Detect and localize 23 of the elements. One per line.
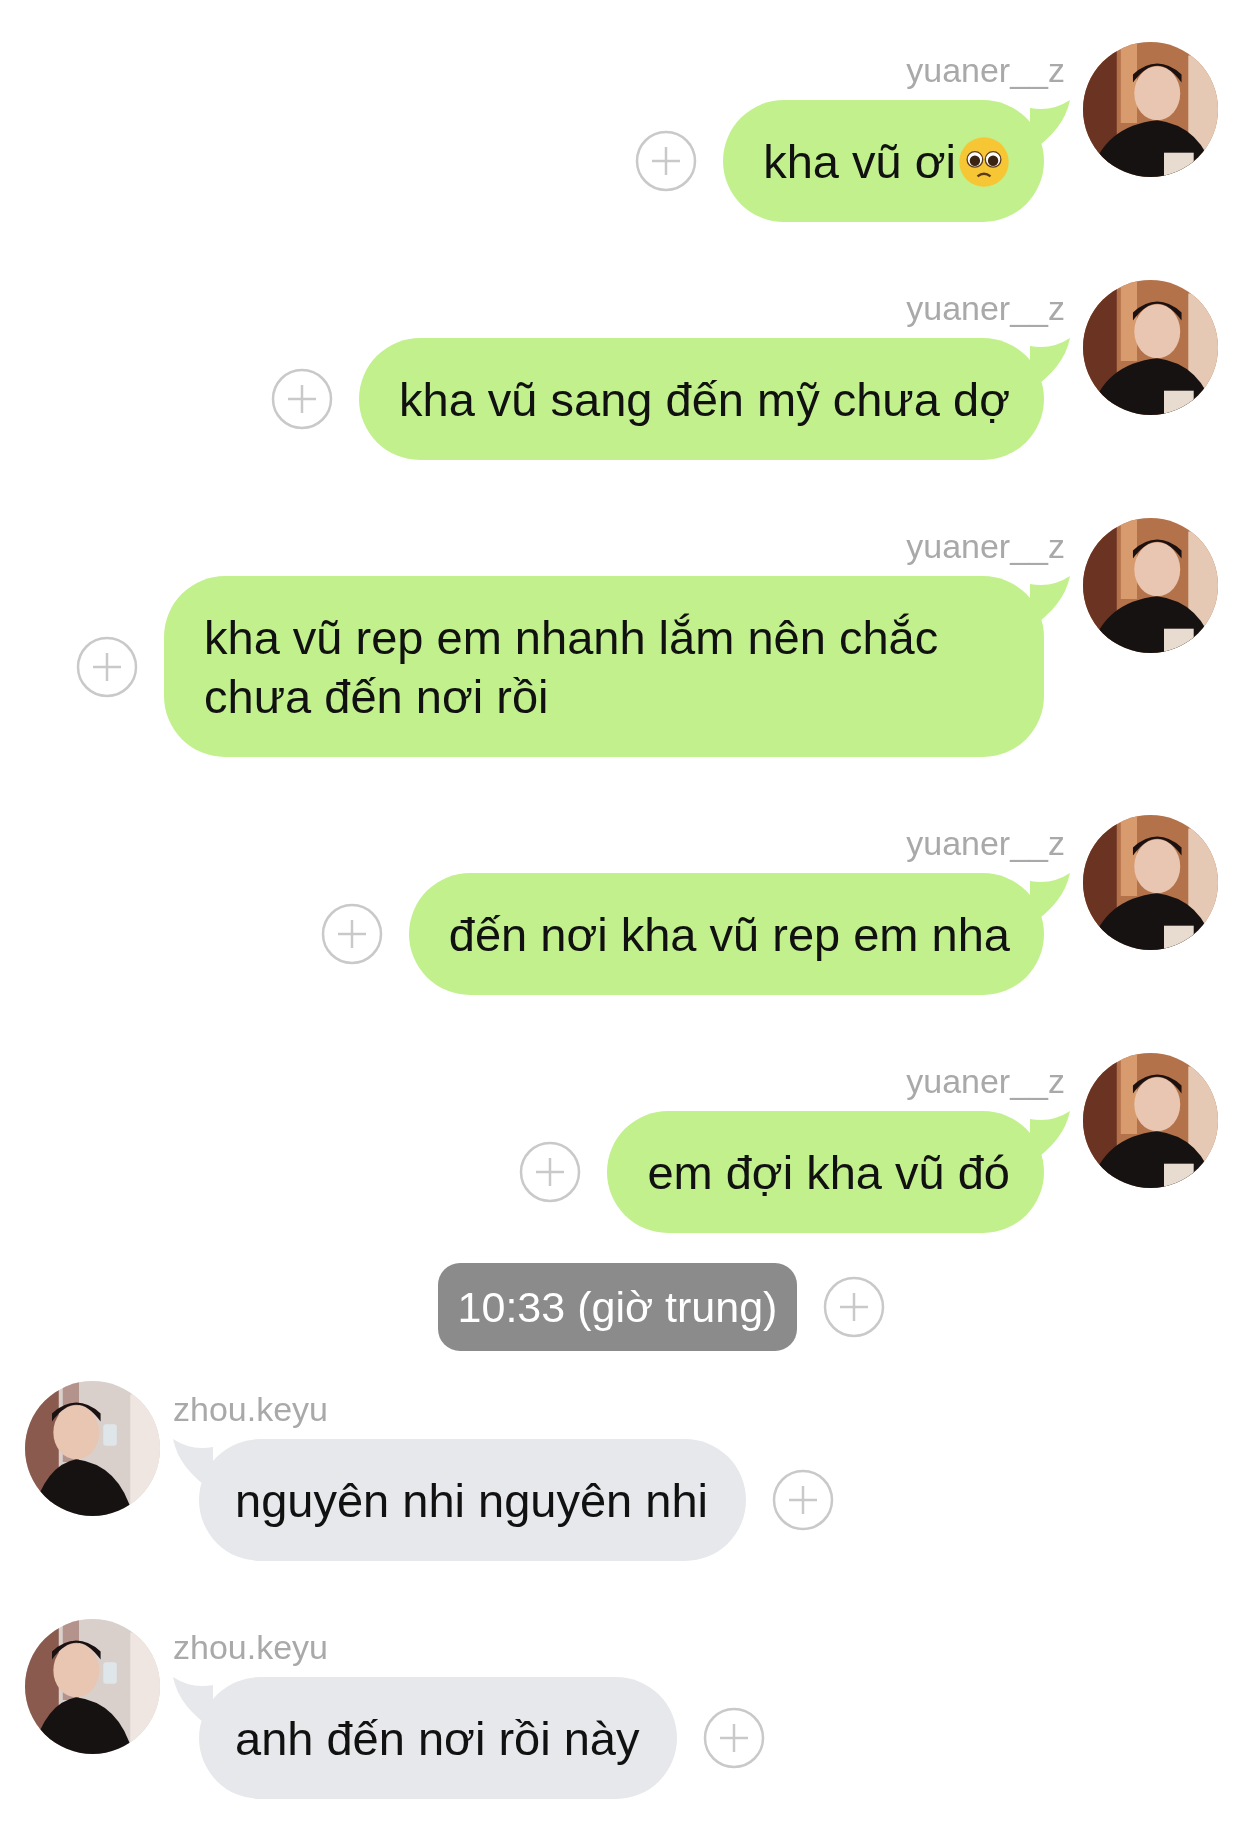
sender-name: yuaner__z xyxy=(906,288,1065,328)
add-reaction-button[interactable] xyxy=(76,635,138,698)
add-reaction-button[interactable] xyxy=(320,903,383,965)
time-label: 10:33 (giờ trung) xyxy=(437,1263,798,1351)
add-reaction-button[interactable] xyxy=(635,130,698,192)
sender-name: zhou.keyu xyxy=(173,1627,328,1667)
message-bubble: đến nơi kha vũ rep em nha xyxy=(408,873,1044,995)
sender-name: yuaner__z xyxy=(906,1061,1065,1101)
add-reaction-button[interactable] xyxy=(772,1469,834,1531)
message-bubble: anh đến nơi rồi này xyxy=(199,1677,678,1799)
message-bubble: kha vũ sang đến mỹ chưa dợ xyxy=(359,338,1044,460)
add-reaction-button[interactable] xyxy=(823,1276,886,1338)
message-bubble: kha vũ ơi xyxy=(723,100,1044,222)
sender-name: zhou.keyu xyxy=(173,1389,328,1429)
sender-name: yuaner__z xyxy=(906,50,1065,90)
add-reaction-button[interactable] xyxy=(519,1141,582,1203)
message-bubble: kha vũ rep em nhanh lắm nên chắc chưa đến nơi rồi xyxy=(164,576,1044,757)
message-bubble: nguyên nhi nguyên nhi xyxy=(199,1439,746,1561)
message-bubble: em đợi kha vũ đó xyxy=(607,1111,1044,1233)
add-reaction-button[interactable] xyxy=(271,368,334,430)
add-reaction-button[interactable] xyxy=(703,1707,766,1769)
sender-name: yuaner__z xyxy=(906,526,1065,566)
sender-name: yuaner__z xyxy=(906,823,1065,863)
